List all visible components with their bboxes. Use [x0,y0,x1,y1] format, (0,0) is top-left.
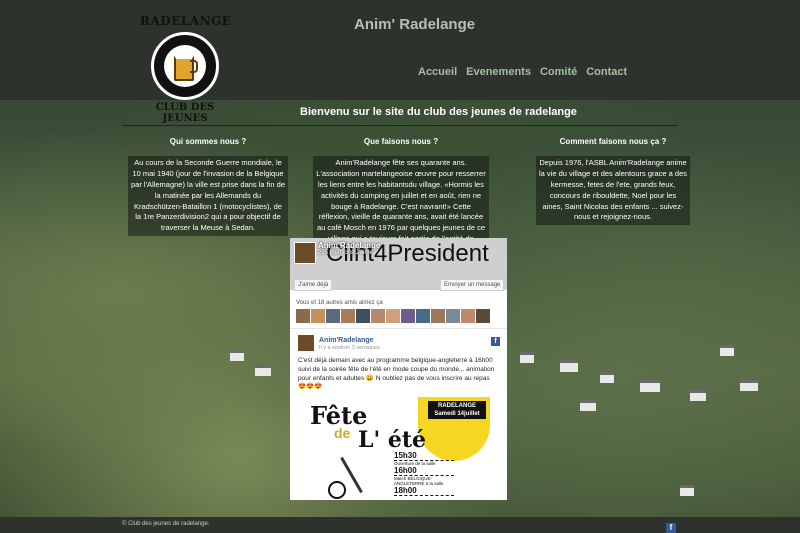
site-footer: © Club des jeunes de radelange. f [0,517,800,533]
schedule-time: 16h00 [394,466,454,476]
post-image[interactable]: RADELANGE Samedi 14juillet Fête de L' ét… [310,397,490,500]
facebook-post: Anim'Radelange Il y a environ 3 semaines… [290,328,507,500]
column-text: Au cours de la Seconde Guerre mondiale, … [128,156,288,237]
divider [122,125,678,126]
facebook-widget: Clint4President Anim'Radelange 295 menti… [290,238,507,500]
club-logo[interactable]: RADELANGE CLUB DES JEUNES [140,10,232,124]
send-message-button[interactable]: Envoyer un message [440,279,505,291]
post-avatar[interactable] [298,335,314,351]
facebook-cover[interactable]: Clint4President Anim'Radelange 295 menti… [290,238,507,291]
poster-de: de [334,425,351,441]
nav-contact[interactable]: Contact [586,66,627,78]
friend-avatar[interactable] [356,309,370,323]
column-text: Depuis 1976, l'ASBL Anim'Radelange anime… [536,156,690,226]
main-nav: Accueil Evenements Comité Contact [418,66,627,78]
friend-avatar[interactable] [431,309,445,323]
page-likes: 295 mentions J'aime [318,250,373,256]
friend-faces [296,309,490,323]
beer-mug-icon [164,45,206,87]
poster-tag: RADELANGE Samedi 14juillet [428,401,486,419]
friends-text: Vous et 18 autres amis aimez ça [296,300,383,306]
friend-avatar[interactable] [476,309,490,323]
column-who: Qui sommes nous ? Au cours de la Seconde… [128,137,288,237]
page-avatar[interactable] [294,242,316,264]
like-button[interactable]: J'aime déjà [294,279,333,291]
friend-avatar[interactable] [371,309,385,323]
nav-evenements[interactable]: Evenements [466,66,531,78]
facebook-icon[interactable]: f [491,337,500,346]
friend-avatar[interactable] [311,309,325,323]
nav-comite[interactable]: Comité [540,66,577,78]
site-title: Anim' Radelange [354,16,476,33]
post-author[interactable]: Anim'Radelange [319,337,374,344]
like-button-label: J'aime déjà [298,282,329,288]
welcome-heading: Bienvenu sur le site du club des jeunes … [300,106,577,118]
schedule-label: Match BELGIQUE-ANGLETERRE à la salle [394,476,444,486]
friend-avatar[interactable] [461,309,475,323]
copyright: © Club des jeunes de radelange. [122,521,210,527]
column-title: Qui sommes nous ? [169,137,247,146]
post-text: C'est déjà demain avec au programme belg… [298,357,495,391]
poster-lete: L' été [358,427,427,453]
logo-bottom-text: CLUB DES JEUNES [155,102,215,124]
friend-avatar[interactable] [296,309,310,323]
friend-avatar[interactable] [326,309,340,323]
friend-avatar[interactable] [416,309,430,323]
logo-top-text: RADELANGE [140,14,232,28]
post-time[interactable]: Il y a environ 3 semaines [319,345,380,351]
logo-emblem [151,32,219,100]
facebook-icon[interactable]: f [666,523,676,533]
poster-schedule: 15h30 Ouverture de la salle 16h00 Match … [394,451,454,496]
friend-avatar[interactable] [386,309,400,323]
column-title: Comment faisons nous ça ? [559,137,667,146]
football-icon [328,481,346,499]
send-message-label: Envoyer un message [444,282,501,288]
schedule-time: 15h30 [394,451,454,461]
column-title: Que faisons nous ? [363,137,439,146]
friend-avatar[interactable] [341,309,355,323]
friend-avatar[interactable] [401,309,415,323]
site-header: RADELANGE CLUB DES JEUNES Anim' Radelang… [0,0,800,124]
schedule-time: 18h00 [394,486,454,496]
nav-accueil[interactable]: Accueil [418,66,457,78]
column-how: Comment faisons nous ça ? Depuis 1976, l… [536,137,690,226]
friend-avatar[interactable] [446,309,460,323]
page-name[interactable]: Anim'Radelange [318,241,380,250]
